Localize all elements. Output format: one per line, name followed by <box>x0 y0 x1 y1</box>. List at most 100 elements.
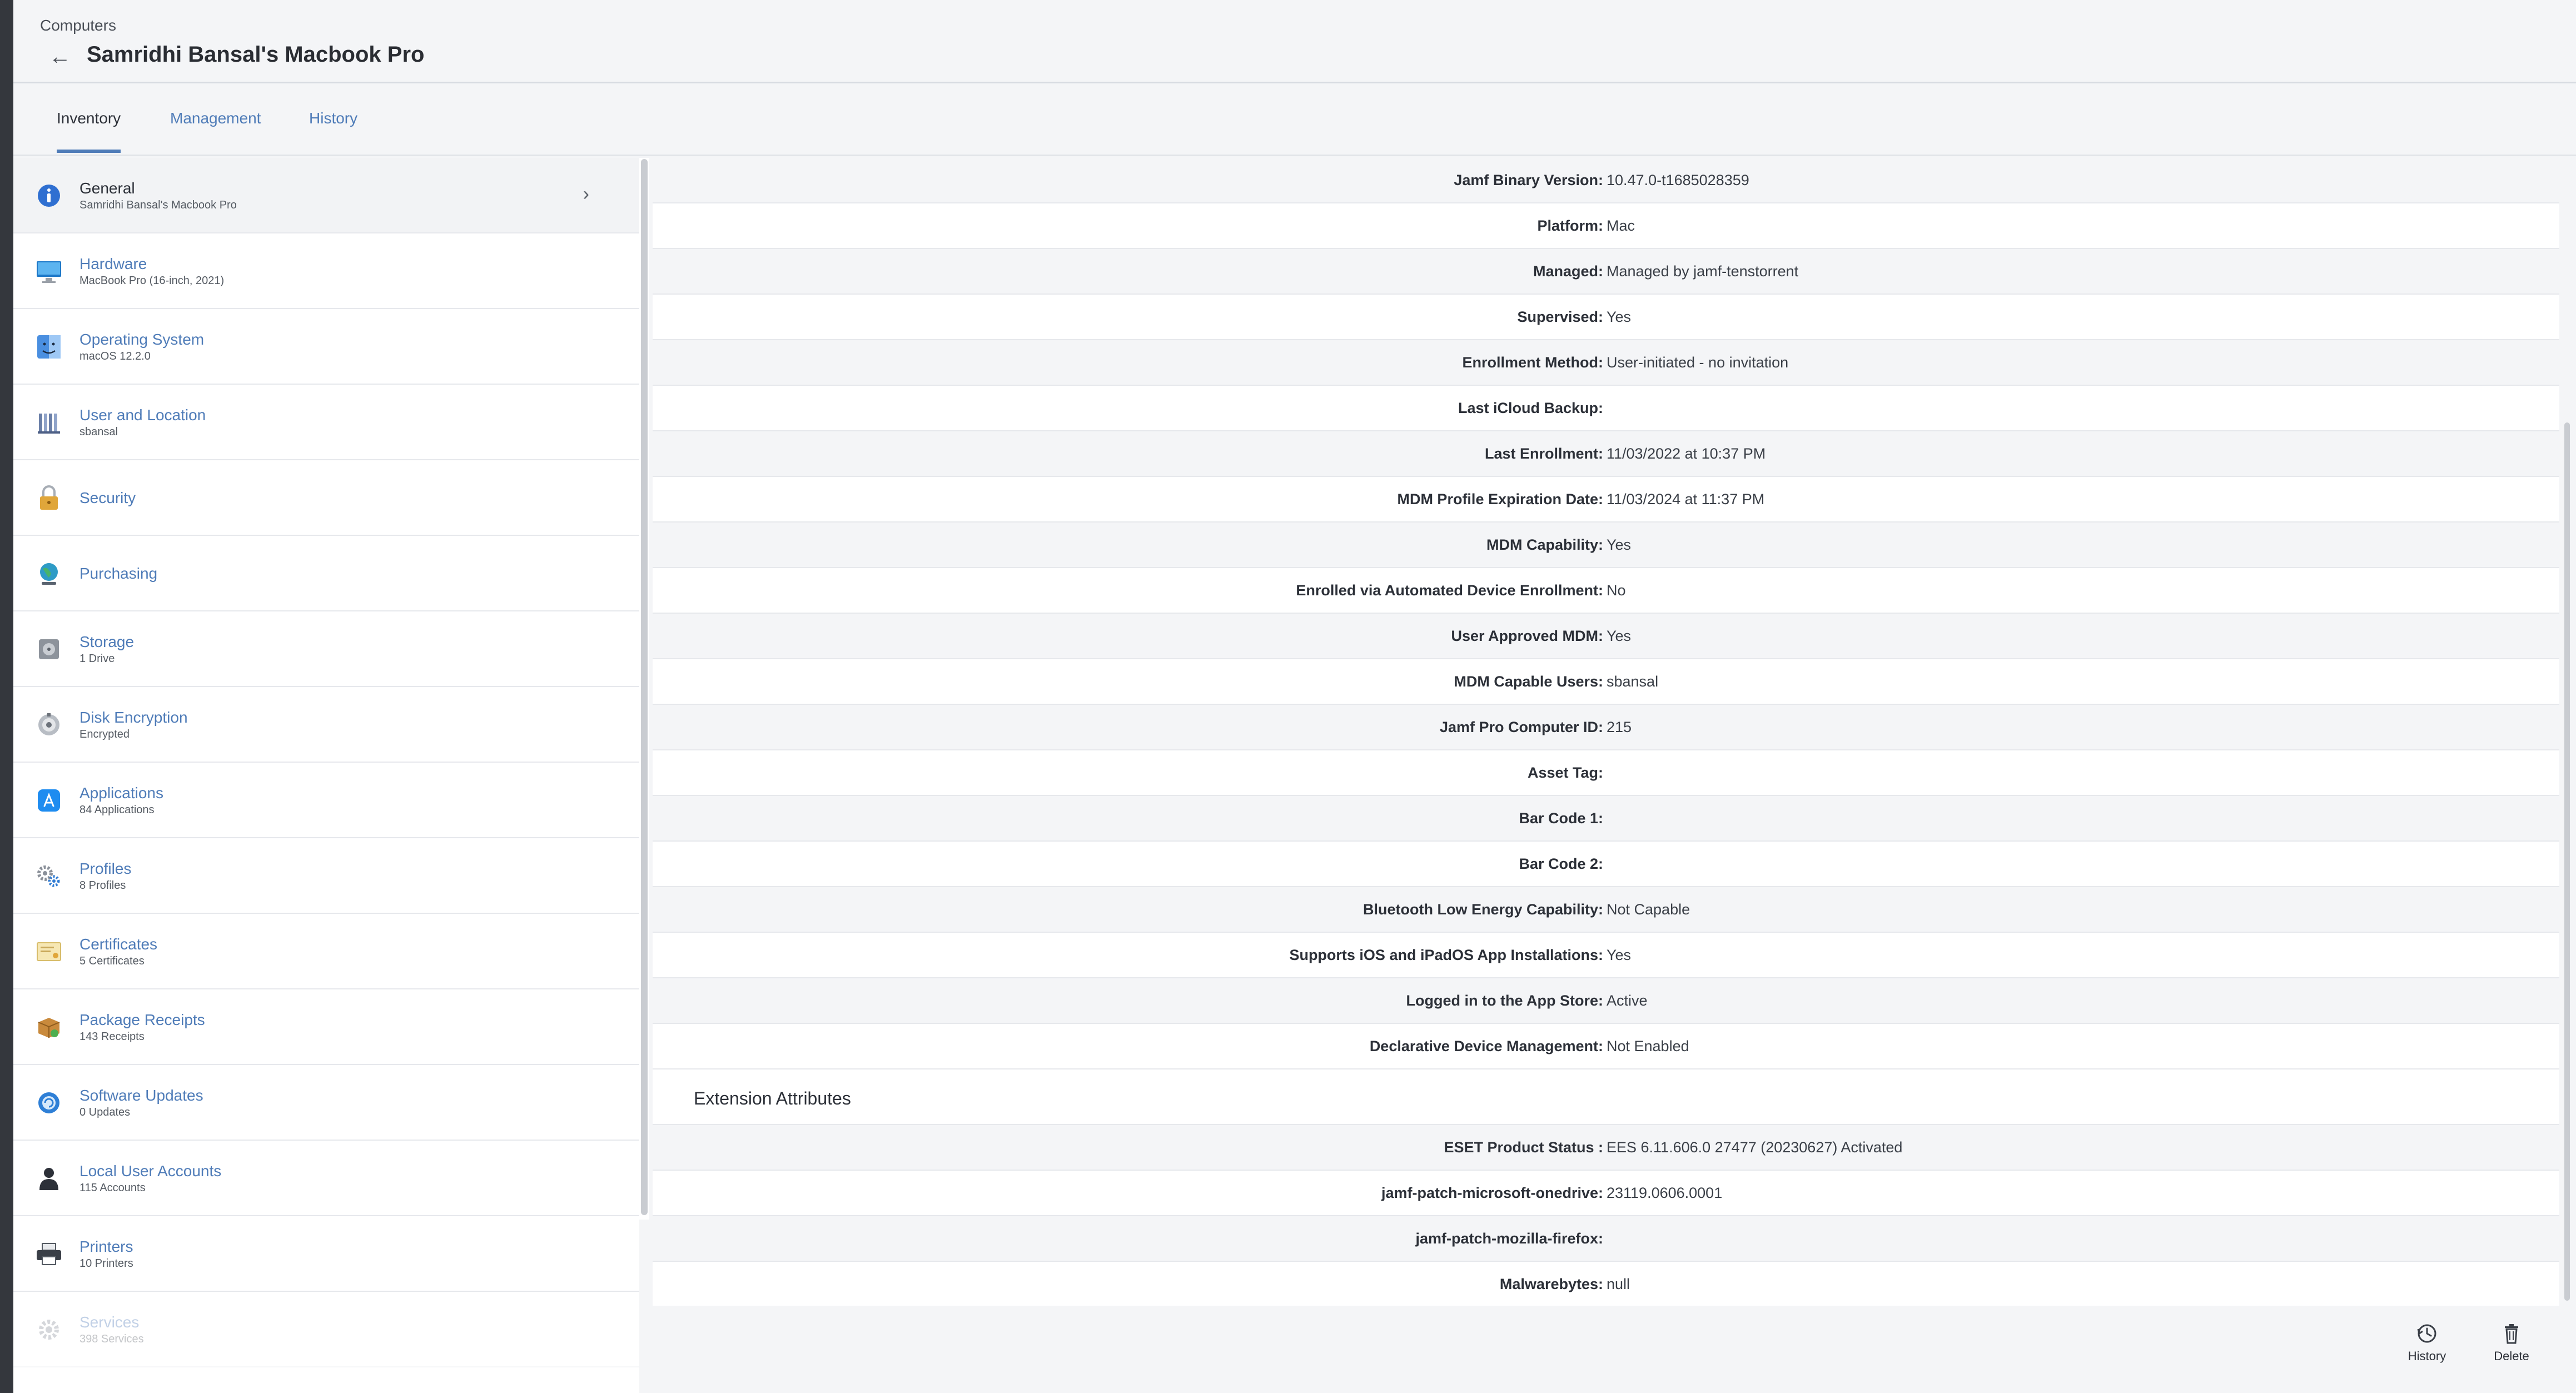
detail-label: MDM Profile Expiration Date: <box>1397 490 1603 508</box>
detail-label: MDM Capable Users: <box>1454 673 1603 690</box>
detail-label: Jamf Pro Computer ID: <box>1439 718 1603 735</box>
detail-value: Yes <box>1607 946 1632 963</box>
sidebar-item-storage[interactable]: Storage 1 Drive <box>13 611 639 687</box>
detail-label: Bluetooth Low Energy Capability: <box>1362 901 1603 918</box>
detail-row: Bar Code 1: <box>653 796 2559 842</box>
sidebar-item-certificates[interactable]: Certificates 5 Certificates <box>13 914 639 989</box>
sidebar-item-label: General <box>79 180 135 197</box>
page-title: Samridhi Bansal's Macbook Pro <box>87 42 425 67</box>
detail-row: Supports iOS and iPadOS App Installation… <box>653 933 2559 978</box>
detail-value: 11/03/2022 at 10:37 PM <box>1607 445 1766 462</box>
sidebar-item-label: Profiles <box>79 860 132 877</box>
action-bar: History Delete <box>653 1306 2576 1393</box>
sidebar-item-disk-encryption[interactable]: Disk Encryption Encrypted <box>13 687 639 763</box>
detail-row: jamf-patch-microsoft-onedrive: 23119.0606… <box>653 1171 2559 1216</box>
sidebar-item-label: Software Updates <box>79 1087 203 1104</box>
sidebar-item-label: Operating System <box>79 331 205 348</box>
detail-row: User Approved MDM: Yes <box>653 614 2559 659</box>
delete-button[interactable]: Delete <box>2478 1322 2545 1364</box>
sidebar-item-sub: 143 Receipts <box>79 1031 145 1043</box>
sidebar-item-local-user-accounts[interactable]: Local User Accounts 115 Accounts <box>13 1141 639 1216</box>
tab-history[interactable]: History <box>309 110 357 150</box>
sidebar-item-sub: 398 Services <box>79 1333 144 1345</box>
detail-row: MDM Capable Users: sbansal <box>653 659 2559 705</box>
sidebar-item-user-and-location[interactable]: User and Location sbansal <box>13 385 639 460</box>
history-label: History <box>2408 1349 2446 1363</box>
finder-icon <box>36 334 62 360</box>
sidebar-item-software-updates[interactable]: Software Updates 0 Updates <box>13 1065 639 1141</box>
detail-label: User Approved MDM: <box>1451 627 1603 644</box>
sidebar-item-sub: 1 Drive <box>79 653 115 665</box>
back-arrow-icon[interactable]: ← <box>49 41 71 72</box>
sidebar-item-sub: macOS 12.2.0 <box>79 350 151 362</box>
detail-label: ESET Product Status : <box>1444 1138 1603 1156</box>
details-scrollbar[interactable] <box>2559 158 2576 1306</box>
sidebar-item-label: Applications <box>79 784 163 802</box>
detail-label: Malwarebytes: <box>1499 1275 1603 1292</box>
sidebar-item-operating-system[interactable]: Operating System macOS 12.2.0 <box>13 309 639 385</box>
detail-row: Supervised: Yes <box>653 295 2559 340</box>
sidebar-scrollbar[interactable] <box>639 158 649 1220</box>
scrollbar-thumb[interactable] <box>2564 422 2570 1301</box>
history-icon <box>2416 1322 2438 1345</box>
sidebar-item-sub: 0 Updates <box>79 1106 131 1118</box>
detail-label: Jamf Binary Version: <box>1454 171 1603 188</box>
general-details-panel: Jamf Binary Version: 10.47.0-t1685028359 … <box>653 158 2559 1306</box>
detail-row: Asset Tag: <box>653 750 2559 796</box>
tab-bar: Inventory Management History <box>13 85 2576 156</box>
detail-value: Mac <box>1607 217 1635 234</box>
detail-value: sbansal <box>1607 673 1659 690</box>
sidebar-item-services[interactable]: Services 398 Services <box>13 1292 639 1367</box>
detail-label: MDM Capability: <box>1486 536 1603 553</box>
detail-label: Last iCloud Backup: <box>1458 399 1603 416</box>
detail-value: Yes <box>1607 627 1632 644</box>
sidebar-item-sub: Encrypted <box>79 728 130 740</box>
trash-icon <box>2500 1322 2523 1345</box>
detail-label: jamf-patch-microsoft-onedrive: <box>1381 1184 1603 1201</box>
sidebar-item-applications[interactable]: Applications 84 Applications <box>13 763 639 838</box>
detail-label: Managed: <box>1533 262 1603 280</box>
package-icon <box>36 1014 62 1041</box>
drive-icon <box>36 636 62 663</box>
sidebar-item-printers[interactable]: Printers 10 Printers <box>13 1216 639 1292</box>
sidebar-item-sub: 8 Profiles <box>79 879 126 892</box>
monitor-icon <box>36 258 62 285</box>
sidebar-item-label: Package Receipts <box>79 1011 205 1028</box>
person-icon <box>36 1165 62 1192</box>
inventory-sidebar: General Samridhi Bansal's Macbook Pro › … <box>13 158 639 1393</box>
sidebar-item-label: Security <box>79 489 136 506</box>
extension-attributes-header: Extension Attributes <box>653 1069 2559 1125</box>
tab-inventory[interactable]: Inventory <box>57 110 121 153</box>
sidebar-item-general[interactable]: General Samridhi Bansal's Macbook Pro › <box>13 158 639 233</box>
info-icon <box>36 182 62 209</box>
detail-value: Managed by jamf-tenstorrent <box>1607 262 1799 280</box>
detail-value: 23119.0606.0001 <box>1607 1184 1723 1201</box>
lock-icon <box>36 485 62 511</box>
detail-label: Enrolled via Automated Device Enrollment… <box>1296 581 1603 599</box>
sidebar-item-package-receipts[interactable]: Package Receipts 143 Receipts <box>13 989 639 1065</box>
detail-label: Asset Tag: <box>1527 764 1603 781</box>
detail-value: Active <box>1607 992 1648 1009</box>
tab-management[interactable]: Management <box>170 110 261 150</box>
sidebar-item-security[interactable]: Security <box>13 460 639 536</box>
detail-row: Jamf Binary Version: 10.47.0-t1685028359 <box>653 158 2559 203</box>
sidebar-item-hardware[interactable]: Hardware MacBook Pro (16-inch, 2021) <box>13 233 639 309</box>
detail-label: Bar Code 1: <box>1519 809 1603 827</box>
history-button[interactable]: History <box>2394 1322 2460 1364</box>
detail-row: Malwarebytes: null <box>653 1262 2559 1306</box>
sidebar-item-label: Disk Encryption <box>79 709 188 726</box>
sidebar-item-label: Hardware <box>79 255 147 272</box>
detail-value: User-initiated - no invitation <box>1607 354 1789 371</box>
sidebar-item-purchasing[interactable]: Purchasing <box>13 536 639 611</box>
detail-label: Declarative Device Management: <box>1369 1037 1603 1054</box>
sidebar-item-label: Purchasing <box>79 565 158 582</box>
detail-label: jamf-patch-mozilla-firefox: <box>1415 1230 1603 1247</box>
detail-value: Not Enabled <box>1607 1037 1689 1054</box>
sidebar-item-sub: 84 Applications <box>79 804 155 816</box>
scrollbar-thumb[interactable] <box>641 159 648 1215</box>
breadcrumb[interactable]: Computers <box>40 17 116 34</box>
app-store-icon <box>36 787 62 814</box>
detail-row: Platform: Mac <box>653 203 2559 249</box>
detail-row: Logged in to the App Store: Active <box>653 978 2559 1024</box>
sidebar-item-profiles[interactable]: Profiles 8 Profiles <box>13 838 639 914</box>
